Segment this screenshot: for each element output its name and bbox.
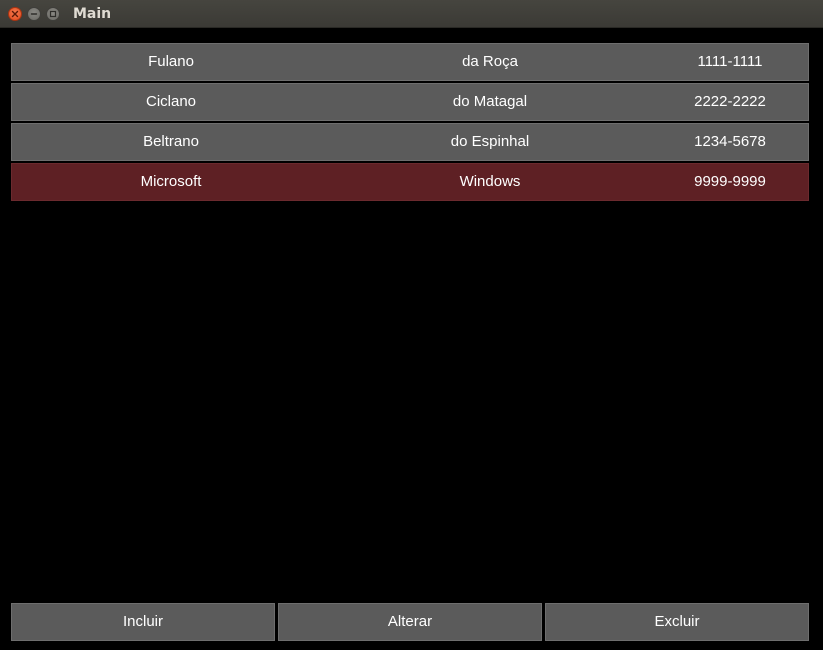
record-surname: da Roça [462,53,518,70]
record-name: Beltrano [143,133,199,150]
record-phone: 9999-9999 [694,173,766,190]
record-surname: do Espinhal [450,133,530,150]
add-button[interactable]: Incluir [11,603,275,641]
delete-button[interactable]: Excluir [545,603,809,641]
record-phone: 1234-5678 [694,133,766,150]
title-bar[interactable]: Main [0,0,823,28]
record-surname: Windows [459,173,521,190]
records-list: Fulano da Roça 1111-1111 Ciclano do Mata… [11,43,809,203]
record-name: Ciclano [145,93,197,110]
action-bar: Incluir Alterar Excluir [11,603,809,641]
record-name: Fulano [148,53,194,70]
window-title: Main [73,6,112,22]
close-window-button[interactable] [8,7,22,21]
list-item[interactable]: Beltrano do Espinhal 1234-5678 [11,123,809,161]
maximize-icon [49,10,57,18]
main-window: Main Fulano da Roça 1111-1111 Ciclano do… [0,0,823,650]
list-item[interactable]: Ciclano do Matagal 2222-2222 [11,83,809,121]
record-surname: do Matagal [452,93,528,110]
maximize-window-button[interactable] [46,7,60,21]
record-phone: 1111-1111 [697,53,763,70]
list-item[interactable]: Fulano da Roça 1111-1111 [11,43,809,81]
close-icon [11,10,19,18]
record-name: Microsoft [140,173,202,190]
minimize-window-button[interactable] [27,7,41,21]
minimize-icon [30,13,38,15]
record-phone: 2222-2222 [694,93,766,110]
edit-button[interactable]: Alterar [278,603,542,641]
list-item-selected[interactable]: Microsoft Windows 9999-9999 [11,163,809,201]
